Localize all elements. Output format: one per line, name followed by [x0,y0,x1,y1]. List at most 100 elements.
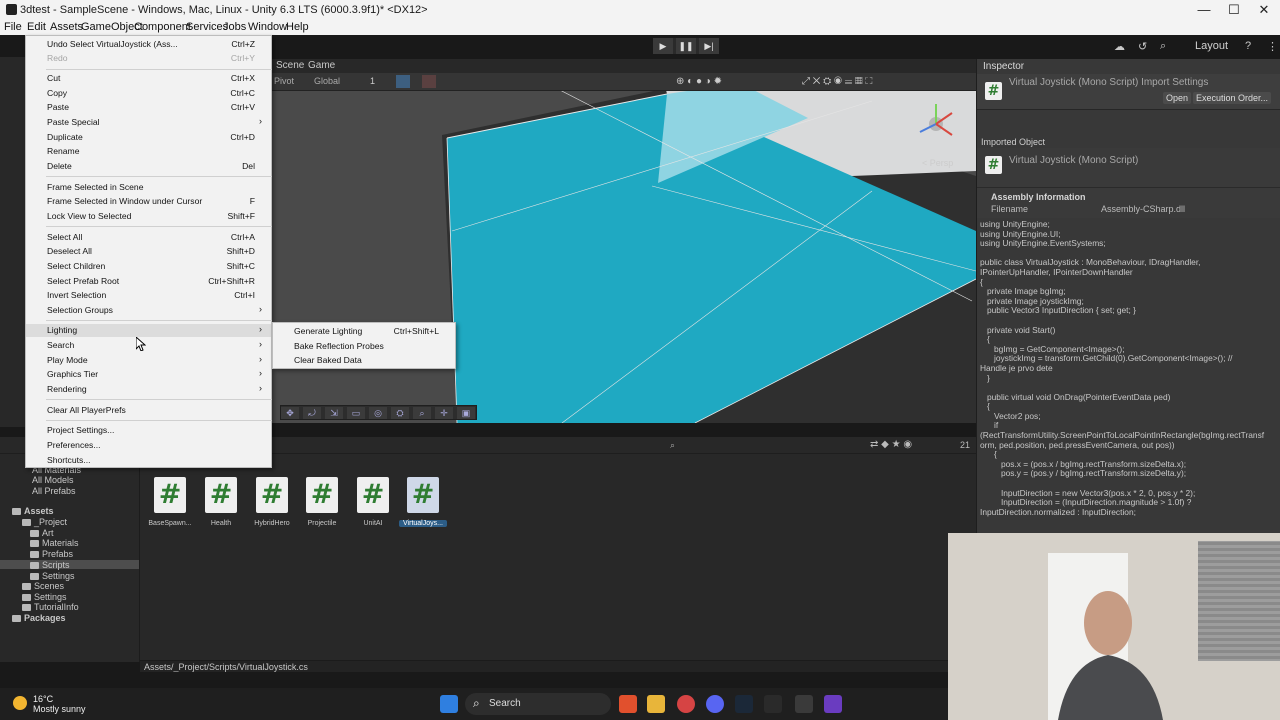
scale-tool-icon[interactable]: ⇲ [325,407,343,419]
asset-virtualjoystick[interactable]: # VirtualJoys... [399,477,447,533]
pause-icon[interactable]: ❚❚ [676,38,696,54]
project-filter-icons[interactable]: ⇄ ◆ ★ ◉ [870,439,912,450]
tab-inspector[interactable]: Inspector [983,61,1024,72]
tree-item-all-prefabs[interactable]: All Prefabs [32,486,76,496]
menu-help[interactable]: Help [286,21,309,33]
project-search-icon[interactable]: ⌕ [670,440,675,451]
pan-tool-icon[interactable]: ✛ [435,407,453,419]
pivot-toggle[interactable]: Pivot [274,76,294,86]
menu-item-bake-reflection-probes[interactable]: Bake Reflection Probes [273,340,455,353]
asset-health[interactable]: # Health [197,477,245,533]
transform-tool-icon[interactable]: ◎ [369,407,387,419]
scene-viewport[interactable]: < Persp [272,91,976,423]
asset-unitai[interactable]: # UnitAI [349,477,397,533]
layout-dropdown[interactable]: Layout [1195,40,1228,52]
menu-item-generate-lighting[interactable]: Generate Lighting Ctrl+Shift+L [273,325,455,338]
history-icon[interactable]: ↺ [1138,40,1147,53]
menu-services[interactable]: Services [186,21,228,33]
menu-item-lighting[interactable]: Lighting › [26,324,271,337]
menu-item-deselect-all[interactable]: Deselect All Shift+D [26,245,271,258]
menu-item-frame-selected[interactable]: Frame Selected in Scene [26,181,271,194]
help-icon[interactable]: ? [1245,40,1251,52]
tree-item-assets[interactable]: Assets [12,506,54,516]
asset-projectile[interactable]: # Projectile [298,477,346,533]
persp-label[interactable]: < Persp [922,158,953,168]
menu-item-selection-groups[interactable]: Selection Groups › [26,304,271,317]
custom-tool-icon[interactable]: ⛭ [391,407,409,419]
zoom-tool-icon[interactable]: ⌕ [413,407,431,419]
tree-item-scenes[interactable]: Scenes [22,581,64,591]
menu-component[interactable]: Component [134,21,191,33]
overlay-tool-icon[interactable]: ▣ [457,407,475,419]
close-button[interactable]: ✕ [1256,2,1272,18]
menu-item-clear-playerprefs[interactable]: Clear All PlayerPrefs [26,404,271,417]
asset-hybridhero[interactable]: # HybridHero [248,477,296,533]
maximize-button[interactable]: ☐ [1226,2,1242,18]
tree-item-project[interactable]: _Project [22,517,67,527]
menu-item-undo[interactable]: Undo Select VirtualJoystick (Ass... Ctrl+… [26,38,271,51]
tree-item-prefabs[interactable]: Prefabs [30,549,73,559]
menu-dots-icon[interactable]: ⋮ [1267,40,1278,53]
tree-item-scripts[interactable]: Scripts [30,560,70,570]
menu-item-copy[interactable]: Copy Ctrl+C [26,87,271,100]
menu-edit[interactable]: Edit [27,21,46,33]
menu-item-select-prefab-root[interactable]: Select Prefab Root Ctrl+Shift+R [26,275,271,288]
minimize-button[interactable]: — [1196,2,1212,18]
menu-item-preferences[interactable]: Preferences... [26,439,271,452]
tree-item-packages[interactable]: Packages [12,613,66,623]
menu-item-rename[interactable]: Rename [26,145,271,158]
tree-item-tutorialinfo[interactable]: TutorialInfo [22,602,79,612]
menu-item-graphics-tier[interactable]: Graphics Tier › [26,368,271,381]
menu-item-shortcuts[interactable]: Shortcuts... [26,454,271,467]
epic-games-icon[interactable] [764,695,782,713]
menu-jobs[interactable]: Jobs [223,21,246,33]
menu-window[interactable]: Window [248,21,287,33]
rect-tool-icon[interactable]: ▭ [347,407,365,419]
menu-item-duplicate[interactable]: Duplicate Ctrl+D [26,131,271,144]
menu-item-paste-special[interactable]: Paste Special › [26,116,271,129]
visual-studio-icon[interactable] [824,695,842,713]
menu-item-rendering[interactable]: Rendering › [26,383,271,396]
global-toggle[interactable]: Global [314,76,340,86]
search-icon[interactable]: ⌕ [1160,40,1166,53]
rotate-tool-icon[interactable]: ⤾ [303,407,321,419]
step-icon[interactable]: ▶| [699,38,719,54]
draw-mode-icon[interactable]: ⊕ ◐ ● ◑ ✹ [676,76,722,87]
asset-basespawn[interactable]: # BaseSpawn... [146,477,194,533]
cloud-icon[interactable]: ☁ [1114,40,1125,53]
tree-item-settings-root[interactable]: Settings [22,592,67,602]
menu-item-lock-view[interactable]: Lock View to Selected Shift+F [26,210,271,223]
tab-game[interactable]: Game [302,59,341,73]
menu-item-invert-selection[interactable]: Invert Selection Ctrl+I [26,289,271,302]
open-button[interactable]: Open [1163,92,1192,104]
menu-item-project-settings[interactable]: Project Settings... [26,424,271,437]
menu-item-paste[interactable]: Paste Ctrl+V [26,101,271,114]
grid-icon[interactable] [422,75,436,88]
file-explorer-icon[interactable] [647,695,665,713]
menu-item-clear-baked-data[interactable]: Clear Baked Data [273,354,455,367]
tree-item-settings[interactable]: Settings [30,571,75,581]
discord-icon[interactable] [706,695,724,713]
menu-file[interactable]: File [4,21,22,33]
gizmo-icons[interactable]: ⤢ ✕ ⛭ ◉ ☰ ▦ ⛶ [802,76,872,87]
brave-icon[interactable] [619,695,637,713]
opera-icon[interactable] [677,695,695,713]
tree-item-art[interactable]: Art [30,528,54,538]
menu-item-search[interactable]: Search › [26,339,271,352]
menu-item-delete[interactable]: Delete Del [26,160,271,173]
grid-snap-icon[interactable] [396,75,410,88]
move-tool-icon[interactable]: ✥ [281,407,299,419]
taskbar-search[interactable]: ⌕ Search [465,693,611,715]
menu-item-redo[interactable]: Redo Ctrl+Y [26,52,271,65]
execution-order-button[interactable]: Execution Order... [1193,92,1272,104]
menu-item-cut[interactable]: Cut Ctrl+X [26,72,271,85]
tree-item-all-models[interactable]: All Models [32,475,74,485]
tree-item-materials[interactable]: Materials [30,538,79,548]
menu-item-select-all[interactable]: Select All Ctrl+A [26,231,271,244]
menu-item-play-mode[interactable]: Play Mode › [26,354,271,367]
steam-icon[interactable] [735,695,753,713]
start-icon[interactable] [440,695,458,713]
menu-item-select-children[interactable]: Select Children Shift+C [26,260,271,273]
play-icon[interactable]: ▶ [653,38,673,54]
menu-item-frame-selected-cursor[interactable]: Frame Selected in Window under Cursor F [26,195,271,208]
